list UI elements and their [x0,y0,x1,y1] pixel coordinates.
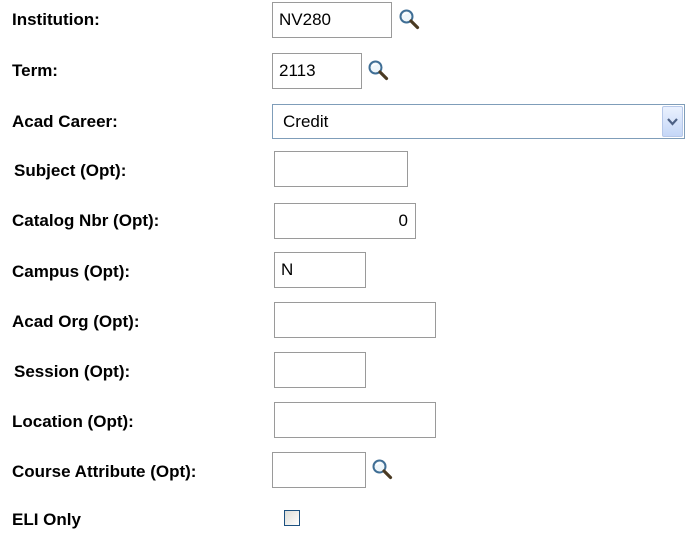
term-lookup-icon[interactable] [367,59,389,81]
course-attribute-lookup-icon[interactable] [371,458,393,480]
institution-label: Institution: [12,10,100,29]
acad-career-selected: Credit [283,112,329,131]
search-criteria-page: { "form": { "institution": { "label": "I… [0,0,685,535]
course-attribute-input[interactable] [272,452,366,488]
acad-career-label: Acad Career: [12,112,118,131]
institution-lookup-icon[interactable] [398,8,420,30]
location-label: Location (Opt): [12,412,134,431]
acad-career-select[interactable]: Credit [272,104,685,139]
location-input[interactable] [274,402,436,438]
campus-label: Campus (Opt): [12,262,131,281]
catalog-nbr-input[interactable]: 0 [274,203,416,239]
chevron-down-icon[interactable] [662,106,683,137]
acad-org-label: Acad Org (Opt): [12,312,140,331]
eli-only-label: ELI Only [12,510,81,529]
acad-org-input[interactable] [274,302,436,338]
term-input[interactable]: 2113 [272,53,362,89]
session-label: Session (Opt): [14,362,131,381]
campus-input[interactable]: N [274,252,366,288]
session-input[interactable] [274,352,366,388]
institution-input[interactable]: NV280 [272,2,392,38]
course-attribute-label: Course Attribute (Opt): [12,462,197,481]
term-label: Term: [12,61,58,80]
eli-only-checkbox[interactable] [284,510,300,526]
subject-label: Subject (Opt): [14,161,127,180]
subject-input[interactable] [274,151,408,187]
catalog-nbr-label: Catalog Nbr (Opt): [12,211,160,230]
